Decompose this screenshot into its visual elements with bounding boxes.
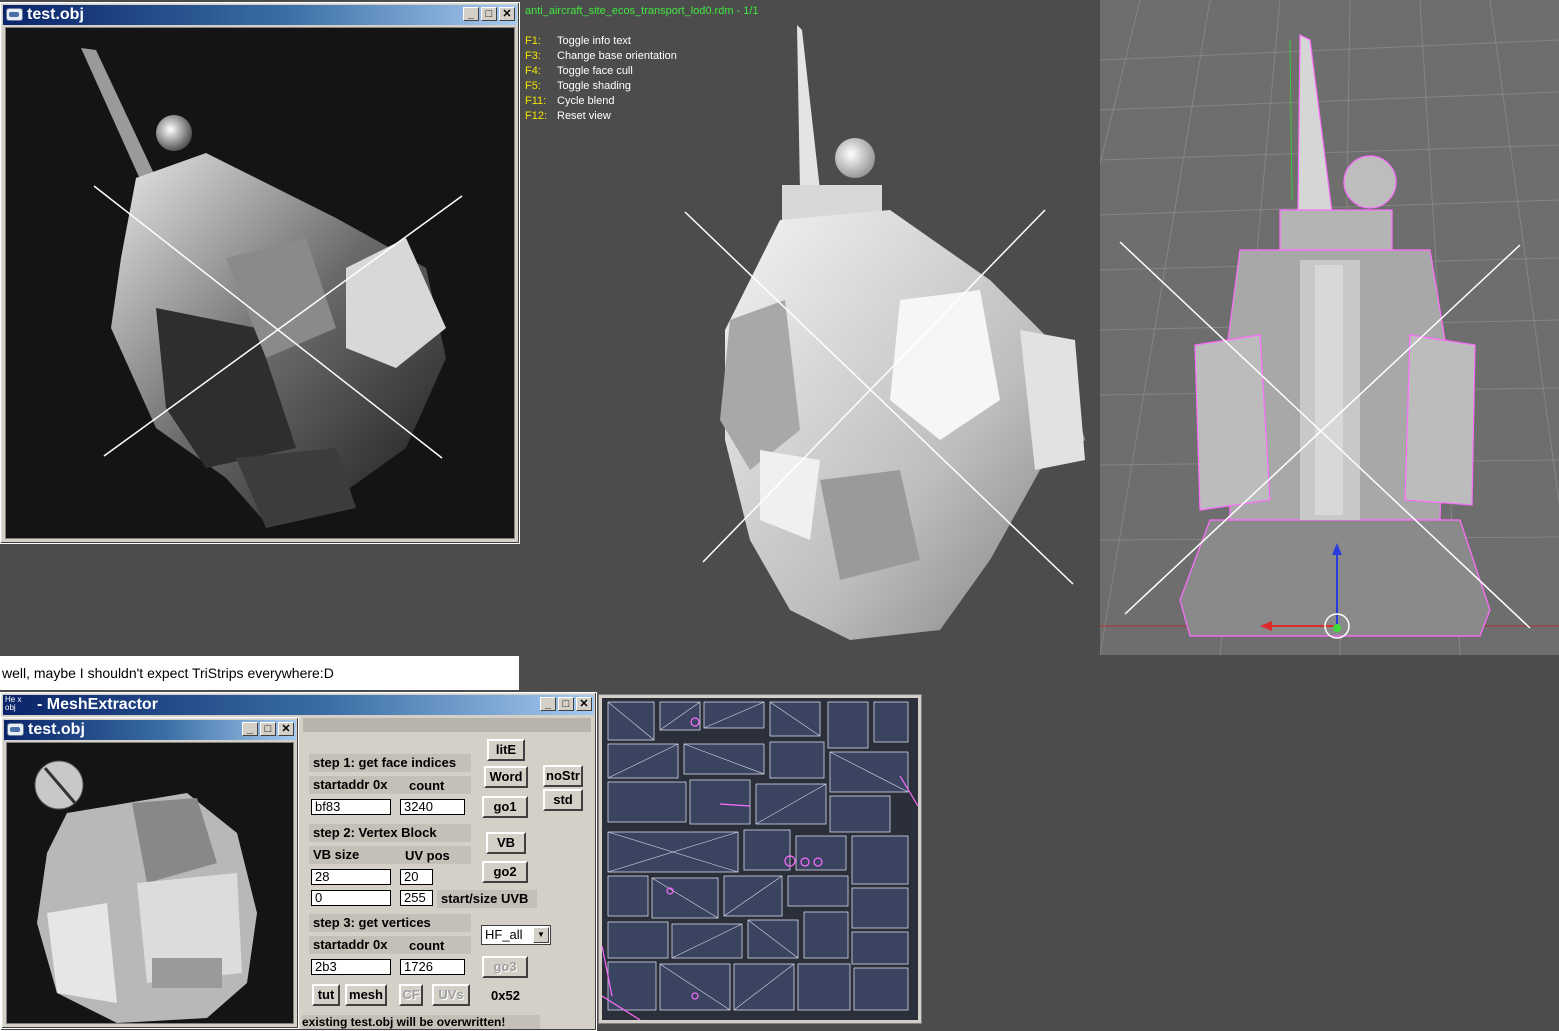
step3-startaddr-label: startaddr 0x: [309, 936, 471, 954]
hex-readout: 0x52: [491, 988, 520, 1003]
chevron-down-icon[interactable]: ▼: [533, 927, 549, 943]
app-icon[interactable]: [7, 723, 24, 736]
step1-count-input[interactable]: 3240: [400, 799, 465, 815]
viewer-render: [684, 25, 1085, 640]
step1-heading: step 1: get face indices: [309, 754, 471, 772]
step3-startaddr-input[interactable]: 2b3: [311, 959, 391, 975]
mesh-extractor-title-bar[interactable]: He x obj - MeshExtractor _ □ ✕: [3, 695, 594, 715]
step3-count-input[interactable]: 1726: [400, 959, 465, 975]
step2-vbsize-input[interactable]: 28: [311, 869, 391, 885]
step1-startaddr-label: startaddr 0x: [309, 776, 471, 794]
mesh-viewport[interactable]: [5, 27, 515, 539]
minimize-icon[interactable]: _: [540, 697, 556, 711]
viewport-render: [979, 0, 1559, 656]
step2-heading: step 2: Vertex Block: [309, 824, 471, 842]
child-mesh-viewport[interactable]: [6, 742, 294, 1024]
step2-uvpos-label: UV pos: [405, 848, 450, 863]
mesh-extractor-window: He x obj - MeshExtractor _ □ ✕ test.obj …: [0, 692, 597, 1031]
minimize-icon[interactable]: _: [463, 7, 479, 21]
child-mesh-render: [34, 760, 257, 1023]
app-icon[interactable]: [6, 8, 23, 21]
step1-count-label: count: [409, 778, 445, 793]
nostr-button[interactable]: noStr: [543, 765, 583, 787]
mesh-extractor-title: - MeshExtractor: [37, 696, 158, 713]
uv-layout: [601, 698, 919, 1021]
hex-obj-app-icon[interactable]: He x obj: [5, 696, 33, 712]
uv-map-panel: [598, 694, 922, 1024]
std-button[interactable]: std: [543, 789, 583, 811]
format-select[interactable]: HF_all ▼: [481, 925, 551, 945]
caption-text: well, maybe I shouldn't expect TriStrips…: [2, 665, 334, 681]
child-title-bar[interactable]: test.obj _ □ ✕: [4, 720, 296, 740]
maximize-icon[interactable]: □: [260, 722, 276, 736]
child-window-title: test.obj: [28, 721, 85, 738]
title-bar[interactable]: test.obj _ □ ✕: [3, 5, 517, 25]
mesh-button[interactable]: mesh: [345, 984, 387, 1006]
status-text: existing test.obj will be overwritten!: [302, 1015, 540, 1029]
step2-startsize-label: start/size UVB: [437, 890, 537, 908]
child-test-obj-window: test.obj _ □ ✕: [1, 717, 299, 1029]
step2-start-input[interactable]: 0: [311, 890, 391, 906]
step2-size-input[interactable]: 255: [400, 890, 433, 906]
format-select-value: HF_all: [485, 927, 523, 942]
step1-startaddr-input[interactable]: bf83: [311, 799, 391, 815]
maximize-icon[interactable]: □: [558, 697, 574, 711]
minimize-icon[interactable]: _: [242, 722, 258, 736]
tut-button[interactable]: tut: [312, 984, 340, 1006]
test-obj-window: test.obj _ □ ✕: [0, 2, 520, 544]
menu-strip: [303, 718, 591, 732]
vb-button[interactable]: VB: [486, 832, 526, 854]
close-icon[interactable]: ✕: [278, 722, 294, 736]
mesh-render: [81, 48, 463, 528]
rdm-viewer[interactable]: anti_aircraft_site_ecos_transport_lod0.r…: [520, 0, 1100, 655]
maximize-icon[interactable]: □: [481, 7, 497, 21]
caption-strip: well, maybe I shouldn't expect TriStrips…: [0, 656, 519, 690]
go1-button[interactable]: go1: [482, 796, 528, 818]
close-icon[interactable]: ✕: [576, 697, 592, 711]
window-title: test.obj: [27, 6, 84, 23]
go2-button[interactable]: go2: [482, 861, 528, 883]
uvs-button[interactable]: UVs: [432, 984, 470, 1006]
step3-count-label: count: [409, 938, 445, 953]
cf-button[interactable]: CF: [399, 984, 423, 1006]
word-button[interactable]: Word: [484, 766, 528, 788]
step2-uvpos-input[interactable]: 20: [400, 869, 433, 885]
3d-viewport[interactable]: [979, 0, 1559, 656]
lite-button[interactable]: litE: [487, 739, 525, 761]
go3-button[interactable]: go3: [482, 956, 528, 978]
close-icon[interactable]: ✕: [499, 7, 515, 21]
step3-heading: step 3: get vertices: [309, 914, 471, 932]
